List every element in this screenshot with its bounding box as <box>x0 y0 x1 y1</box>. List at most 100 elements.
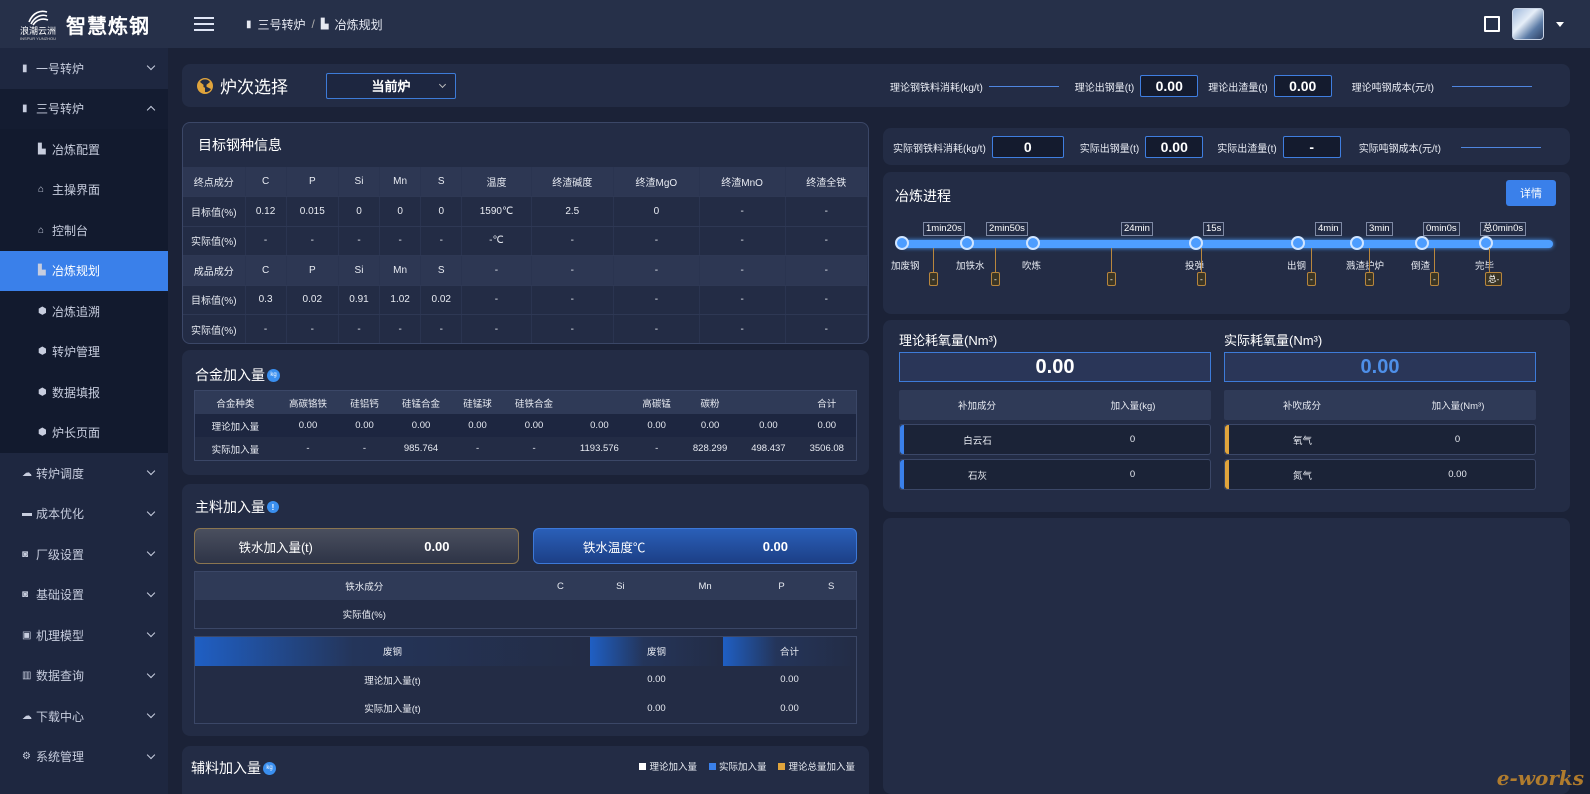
config-icon: ▙ <box>38 143 46 155</box>
metric-label: 理论吨钢成本(元/t) <box>1351 82 1434 94</box>
sidebar-item-model[interactable]: ▣ 机理模型 <box>0 615 168 656</box>
table-cell: 0.00 <box>780 674 799 686</box>
row-accent <box>1225 460 1229 489</box>
sidebar-item-furnace-1[interactable]: ▮ 一号转炉 <box>0 48 168 89</box>
sidebar-item-main-ui[interactable]: ⌂ 主操界面 <box>0 170 168 211</box>
iron-amount-label: 铁水加入量(t) <box>238 540 313 555</box>
table-cell: - <box>379 314 422 343</box>
table-cell: - <box>338 314 381 343</box>
stage-marker[interactable] <box>895 236 909 250</box>
alloy-title: 合金加入量 <box>195 367 265 383</box>
stage-marker[interactable] <box>1415 236 1429 250</box>
sidebar-item-base-settings[interactable]: ◙ 基础设置 <box>0 575 168 616</box>
breadcrumb-item[interactable]: 三号转炉 <box>258 16 306 33</box>
table-row: 合金种类 高碳铬铁 硅铝钙 硅锰合金 硅锰球 硅铁合金 高碳锰 碳粉 合计 <box>195 391 856 414</box>
table-row: 铁水成分 C Si Mn P S <box>195 572 856 600</box>
sidebar-item-chief-page[interactable]: ⬢ 炉长页面 <box>0 413 168 454</box>
table-cell <box>587 600 653 628</box>
main-material-panel: 主料加入量! 铁水加入量(t) 0.00 铁水温度℃ 0.00 铁水成分 C Si M… <box>182 484 869 736</box>
home-icon: ⌂ <box>38 184 45 196</box>
chevron-down-icon <box>146 547 156 557</box>
table-cell <box>806 600 856 628</box>
table-cell: - <box>453 437 502 460</box>
table-cell <box>534 600 588 628</box>
sidebar-item-data-report[interactable]: ⬢ 数据填报 <box>0 372 168 413</box>
table-row: 实际加入量 - -985.764- -1193.576-828.299 498.437 3… <box>195 437 856 460</box>
table-header-cell: 终渣全铁 <box>785 167 868 197</box>
table-header-cell: 废钢 <box>195 637 590 666</box>
sidebar-item-dispatch[interactable]: ☁ 转炉调度 <box>0 453 168 494</box>
table-cell: -℃ <box>461 226 532 256</box>
metric-label: 实际钢铁料消耗(kg/t) <box>893 143 986 155</box>
stage-marker[interactable] <box>1291 236 1305 250</box>
table-cell <box>757 600 807 628</box>
table-header-cell: P <box>286 167 339 197</box>
oxygen-panel: 理论耗氧量(Nm³) 0.00 补加成分 加入量(kg) 白云石 0 石灰 0 实际耗… <box>883 320 1570 512</box>
legend-swatch <box>708 763 716 770</box>
sidebar-item-label: 转炉调度 <box>36 466 85 481</box>
logo-cn: 浪潮云洲 <box>19 25 56 36</box>
chevron-down-icon <box>146 507 156 516</box>
sidebar-item-download[interactable]: ☁ 下载中心 <box>0 696 168 737</box>
table-cell: - <box>785 285 868 315</box>
supplement-value: 0 <box>1129 469 1136 480</box>
furnace-select[interactable]: 当前炉 <box>326 72 456 99</box>
radiation-icon <box>197 77 213 94</box>
alloy-table: 合金种类 高碳铬铁 硅铝钙 硅锰合金 硅锰球 硅铁合金 高碳锰 碳粉 合计 理论加入量 0.00 0.… <box>195 391 856 460</box>
breadcrumb-separator: / <box>311 17 315 31</box>
empty-panel <box>883 518 1570 794</box>
table-cell: 0 <box>379 196 422 227</box>
top-bar: 浪潮云洲 INSPUR YUNZHOU 智慧炼钢 ▮ 三号转炉 / ▙ 冶炼规划 <box>0 0 1590 48</box>
table-cell: - <box>245 226 287 256</box>
table-header-cell: 终渣MnO <box>699 167 786 197</box>
menu-toggle-icon[interactable] <box>194 17 214 31</box>
metric-label: 实际出钢量(t) <box>1079 143 1140 155</box>
info-icon[interactable]: ! <box>267 501 279 513</box>
user-icon: ⬢ <box>38 427 47 439</box>
table-header-cell: Si <box>338 167 381 197</box>
briefcase-icon: ▬ <box>22 508 32 520</box>
fullscreen-icon[interactable] <box>1484 16 1500 32</box>
chevron-down-icon <box>146 61 156 71</box>
sidebar-item-console[interactable]: ⌂ 控制台 <box>0 210 168 251</box>
table-header-cell: 终渣MgO <box>613 167 700 197</box>
sidebar-item-cost[interactable]: ▬ 成本优化 <box>0 494 168 535</box>
legend-item[interactable]: 理论总量加入量 <box>778 759 855 773</box>
home-icon: ⌂ <box>38 224 45 236</box>
table-cell <box>653 600 756 628</box>
sidebar-item-label: 厂级设置 <box>36 547 85 562</box>
blow-row: 氮气 0.00 <box>1224 459 1536 490</box>
sidebar-item-smelt-trace[interactable]: ⬢ 冶炼追溯 <box>0 291 168 332</box>
sidebar-item-smelt-config[interactable]: ▙ 冶炼配置 <box>0 129 168 170</box>
table-row: 实际值(%) - - - - - -℃ - - - - <box>183 226 868 256</box>
stage-marker[interactable] <box>960 236 974 250</box>
sidebar-item-query[interactable]: ▥ 数据查询 <box>0 656 168 697</box>
sidebar-item-plant-settings[interactable]: ◙ 厂级设置 <box>0 534 168 575</box>
table-cell: 1193.576 <box>566 437 633 460</box>
sidebar-item-furnace-manage[interactable]: ⬢ 转炉管理 <box>0 332 168 373</box>
chevron-down-icon[interactable] <box>1556 21 1564 27</box>
table-header-cell: S <box>420 255 463 286</box>
actual-oxygen-col: 实际耗氧量(Nm³) 0.00 补吹成分 加入量(Nm³) 氧气 0 氮气 0.00 <box>1224 320 1536 490</box>
column-header: 补加成分 <box>957 401 996 412</box>
stage-pill: 总- <box>1485 272 1503 286</box>
table-cell: - <box>531 285 615 315</box>
stage-marker[interactable] <box>1479 236 1493 250</box>
table-cell: 0.00 <box>647 674 666 686</box>
legend-item[interactable]: 理论加入量 <box>639 759 697 773</box>
sidebar-item-system[interactable]: ⚙ 系统管理 <box>0 737 168 778</box>
stage-marker[interactable] <box>1026 236 1040 250</box>
table-row: 实际值(%) - - - - - - - - - - <box>183 314 868 343</box>
stage-marker[interactable] <box>1350 236 1364 250</box>
sidebar-item-furnace-3[interactable]: ▮ 三号转炉 <box>0 88 168 129</box>
iron-temp-value: 0.00 <box>762 538 789 554</box>
table-row: 实际值(%) <box>195 600 856 628</box>
sidebar-item-smelt-plan[interactable]: ▙ 冶炼规划 <box>0 250 168 291</box>
legend-item[interactable]: 实际加入量 <box>708 759 766 773</box>
furnace-selection-bar: 炉次选择 当前炉 理论钢铁料消耗(kg/t) 理论出钢量(t) 0.00 理论出… <box>182 64 1570 107</box>
detail-button[interactable]: 详情 <box>1506 180 1556 206</box>
avatar[interactable] <box>1512 8 1544 40</box>
duration-label: 0min0s <box>1423 222 1460 236</box>
table-header-cell: 终渣碱度 <box>531 167 615 197</box>
blow-header: 补吹成分 加入量(Nm³) <box>1224 390 1536 420</box>
